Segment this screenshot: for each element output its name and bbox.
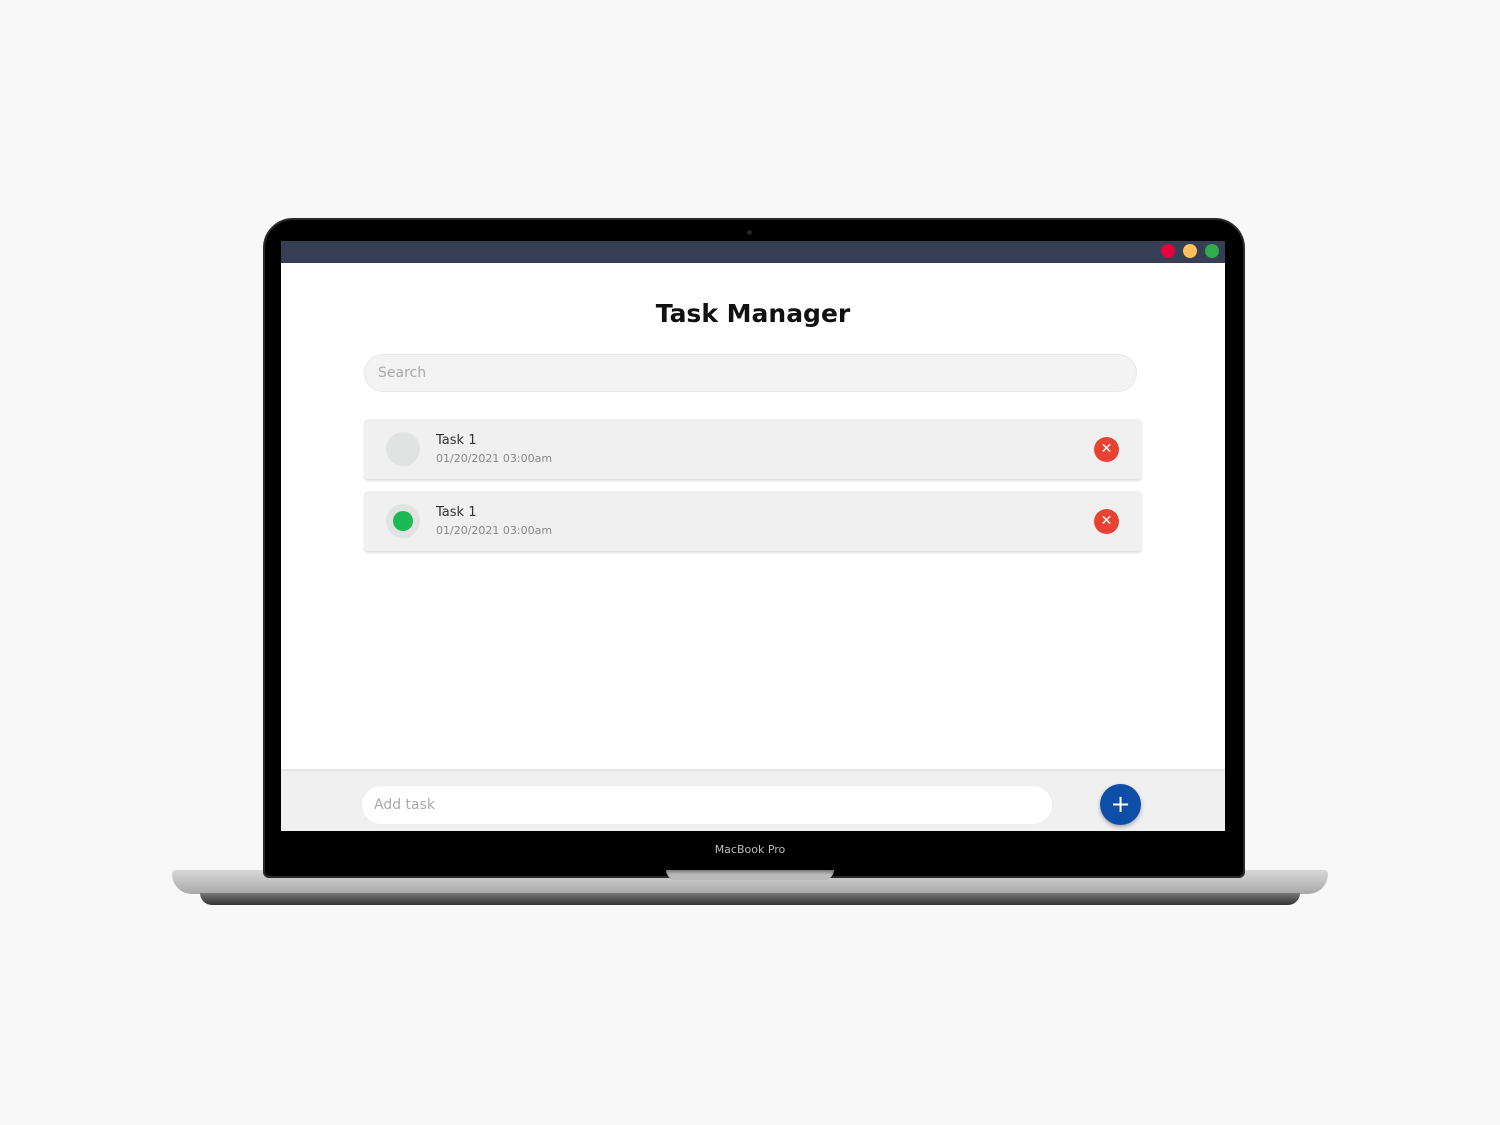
laptop-notch [666, 870, 834, 880]
task-complete-toggle[interactable] [386, 432, 420, 466]
add-task-input[interactable] [361, 785, 1053, 825]
app-window: Task Manager Task 1 01/20/2021 03:00am ✕… [281, 241, 1225, 831]
laptop-base-bottom [200, 893, 1300, 905]
task-name: Task 1 [436, 433, 477, 448]
task-complete-toggle[interactable] [386, 504, 420, 538]
device-label: MacBook Pro [714, 843, 786, 856]
plus-icon: + [1110, 790, 1131, 818]
delete-task-button[interactable]: ✕ [1094, 509, 1119, 534]
task-name: Task 1 [436, 505, 477, 520]
task-date: 01/20/2021 03:00am [436, 452, 553, 465]
search-input[interactable] [364, 354, 1137, 392]
title-bar [281, 241, 1225, 263]
minimize-window-button[interactable] [1183, 244, 1197, 258]
task-item: Task 1 01/20/2021 03:00am ✕ [364, 491, 1142, 551]
task-item: Task 1 01/20/2021 03:00am ✕ [364, 419, 1142, 479]
close-x-icon: ✕ [1100, 441, 1113, 457]
close-x-icon: ✕ [1100, 513, 1113, 529]
close-window-button[interactable] [1161, 244, 1175, 258]
camera [747, 230, 752, 235]
page-title: Task Manager [655, 299, 851, 328]
completed-indicator [393, 511, 413, 531]
add-task-button[interactable]: + [1100, 784, 1141, 825]
delete-task-button[interactable]: ✕ [1094, 437, 1119, 462]
task-date: 01/20/2021 03:00am [436, 524, 553, 537]
add-task-bar: + [281, 769, 1225, 831]
maximize-window-button[interactable] [1205, 244, 1219, 258]
